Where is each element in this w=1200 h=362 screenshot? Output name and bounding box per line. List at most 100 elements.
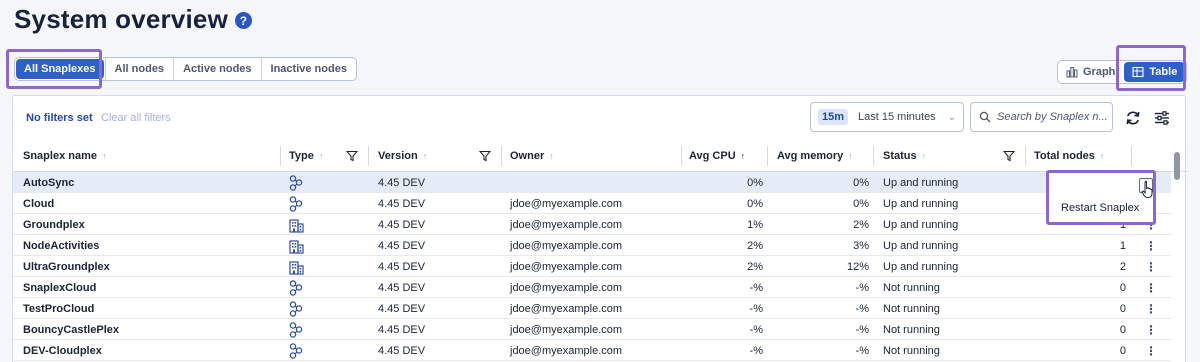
tab-inactive-nodes[interactable]: Inactive nodes: [260, 58, 356, 80]
restart-snaplex-menu-item[interactable]: Restart Snaplex: [1061, 202, 1139, 214]
tab-active-nodes[interactable]: Active nodes: [173, 58, 260, 80]
table-row[interactable]: Cloud 4.45 DEV jdoe@myexample.com 0% 0% Up an…: [13, 193, 1171, 214]
kebab-menu-icon[interactable]: ⋮: [1145, 277, 1157, 298]
column-header-cpu-label: Avg CPU: [689, 150, 736, 162]
snaplex-version: 4.45 DEV: [378, 302, 426, 315]
kebab-menu-icon[interactable]: ⋮: [1145, 256, 1157, 277]
sort-arrow-icon: ↑: [848, 151, 853, 161]
kebab-menu-icon[interactable]: ⋮: [1145, 235, 1157, 256]
clear-filters-link[interactable]: Clear all filters: [101, 112, 171, 124]
scrollbar-thumb[interactable]: [1174, 152, 1180, 180]
snaplex-version: 4.45 DEV: [378, 218, 426, 231]
snaplex-status: Not running: [883, 344, 940, 357]
tab-all-nodes[interactable]: All nodes: [104, 58, 174, 80]
cloud-plex-icon: [289, 300, 303, 317]
column-header-name[interactable]: Snaplex name ↑: [23, 150, 106, 162]
snaplex-type: [289, 235, 304, 256]
kebab-menu-icon[interactable]: ⋮: [1145, 340, 1157, 361]
table-row[interactable]: SnaplexCloud 4.45 DEV jdoe@myexample.com -%…: [13, 277, 1171, 298]
column-header-owner[interactable]: Owner ↑: [510, 150, 554, 162]
snaplex-name[interactable]: TestProCloud: [23, 298, 94, 319]
no-filters-label: No filters set: [26, 112, 93, 124]
page-title: System overview ?: [14, 4, 253, 35]
kebab-menu-icon[interactable]: ⋮: [1145, 298, 1157, 319]
snaplex-type: [289, 298, 303, 319]
snaplex-name[interactable]: Groundplex: [23, 214, 85, 235]
snaplex-type: [289, 193, 303, 214]
snaplex-status: Not running: [883, 323, 940, 336]
column-header-memory[interactable]: Avg memory ↑: [777, 150, 853, 162]
snaplex-name[interactable]: BouncyCastlePlex: [23, 319, 119, 340]
column-header-type-label: Type: [289, 150, 314, 162]
hand-pointer-icon: [1141, 181, 1153, 198]
snaplex-avg-cpu: 2%: [747, 239, 763, 252]
column-header-version[interactable]: Version ↑: [378, 150, 427, 162]
snaplex-total-nodes: 1: [1119, 239, 1126, 252]
snaplex-avg-memory: -%: [855, 302, 869, 315]
filter-icon[interactable]: [479, 150, 491, 162]
snaplex-name[interactable]: Cloud: [23, 193, 54, 214]
table-row[interactable]: NodeActivities 4.45 DEV jdoe@myexample.com…: [13, 235, 1171, 256]
snaplex-avg-memory: 12%: [846, 260, 869, 273]
snaplex-name[interactable]: AutoSync: [23, 172, 74, 193]
snaplex-avg-memory: 0%: [853, 176, 869, 189]
highlight-box-all-snaplexes: [6, 49, 102, 89]
column-divider: [501, 146, 502, 166]
column-header-name-label: Snaplex name: [23, 150, 97, 162]
ground-plex-icon: [289, 218, 304, 233]
column-divider: [1025, 146, 1026, 166]
snaplex-status: Up and running: [883, 239, 959, 252]
snaplex-avg-memory: -%: [855, 281, 869, 294]
column-divider: [368, 146, 369, 166]
snaplex-version: 4.45 DEV: [378, 281, 426, 294]
table-row[interactable]: DEV-Cloudplex 4.45 DEV jdoe@myexample.com -…: [13, 340, 1171, 361]
table-row[interactable]: Groundplex 4.45 DEV jdoe@myexample.com 1% 2%…: [13, 214, 1171, 235]
refresh-icon[interactable]: [1122, 107, 1144, 129]
column-header-type[interactable]: Type ↑: [289, 150, 323, 162]
snaplex-name[interactable]: DEV-Cloudplex: [23, 340, 102, 361]
snaplex-avg-memory: 0%: [853, 197, 869, 210]
column-settings-icon[interactable]: [1151, 107, 1173, 129]
snaplex-type: [289, 319, 303, 340]
snaplex-name[interactable]: UltraGroundplex: [23, 256, 110, 277]
snaplex-avg-cpu: 0%: [747, 197, 763, 210]
snaplex-status: Not running: [883, 281, 940, 294]
cloud-plex-icon: [289, 342, 303, 359]
column-header-status[interactable]: Status ↑: [883, 150, 926, 162]
snaplex-avg-cpu: -%: [749, 302, 763, 315]
search-input[interactable]: Search by Snaplex n...: [970, 102, 1113, 132]
snaplex-type: [289, 277, 303, 298]
table-row[interactable]: AutoSync4.45 DEV0%0%Up and running2: [13, 172, 1171, 193]
table-row[interactable]: UltraGroundplex 4.45 DEV jdoe@myexample.co…: [13, 256, 1171, 277]
column-divider: [1131, 146, 1132, 166]
highlight-box-table: [1116, 45, 1186, 91]
snaplex-total-nodes: 0: [1119, 302, 1126, 315]
cloud-plex-icon: [289, 279, 303, 296]
cloud-plex-icon: [289, 321, 303, 338]
help-icon[interactable]: ?: [235, 12, 253, 29]
graph-view-button[interactable]: Graph: [1058, 61, 1123, 83]
snaplex-avg-cpu: -%: [749, 323, 763, 336]
time-range-select[interactable]: 15m Last 15 minutes ⌄: [810, 102, 964, 132]
sort-arrow-icon: ↑: [101, 151, 107, 161]
column-header-cpu[interactable]: Avg CPU ↑: [689, 150, 745, 162]
snaplex-total-nodes: 2: [1119, 260, 1126, 273]
snaplex-total-nodes: 0: [1119, 344, 1126, 357]
scrollbar[interactable]: [1174, 152, 1180, 362]
column-divider: [767, 146, 768, 166]
table-row[interactable]: BouncyCastlePlex 4.45 DEV jdoe@myexample.c…: [13, 319, 1171, 340]
column-divider: [681, 146, 682, 166]
kebab-menu-icon[interactable]: ⋮: [1145, 319, 1157, 340]
table-row[interactable]: TestProCloud 4.45 DEV jdoe@myexample.com -%…: [13, 298, 1171, 319]
snaplex-owner: jdoe@myexample.com: [510, 302, 623, 315]
sort-arrow-icon: ↑: [921, 151, 927, 161]
snaplex-name[interactable]: NodeActivities: [23, 235, 99, 256]
filter-icon[interactable]: [1003, 150, 1015, 162]
column-header-nodes[interactable]: Total nodes ↑: [1034, 150, 1104, 162]
snaplex-type: [289, 214, 304, 235]
filter-icon[interactable]: [346, 150, 358, 162]
sort-arrow-icon: ↑: [740, 151, 746, 161]
snaplex-avg-memory: -%: [855, 344, 869, 357]
snaplex-name[interactable]: SnaplexCloud: [23, 277, 96, 298]
snaplex-total-nodes: 0: [1119, 323, 1126, 336]
